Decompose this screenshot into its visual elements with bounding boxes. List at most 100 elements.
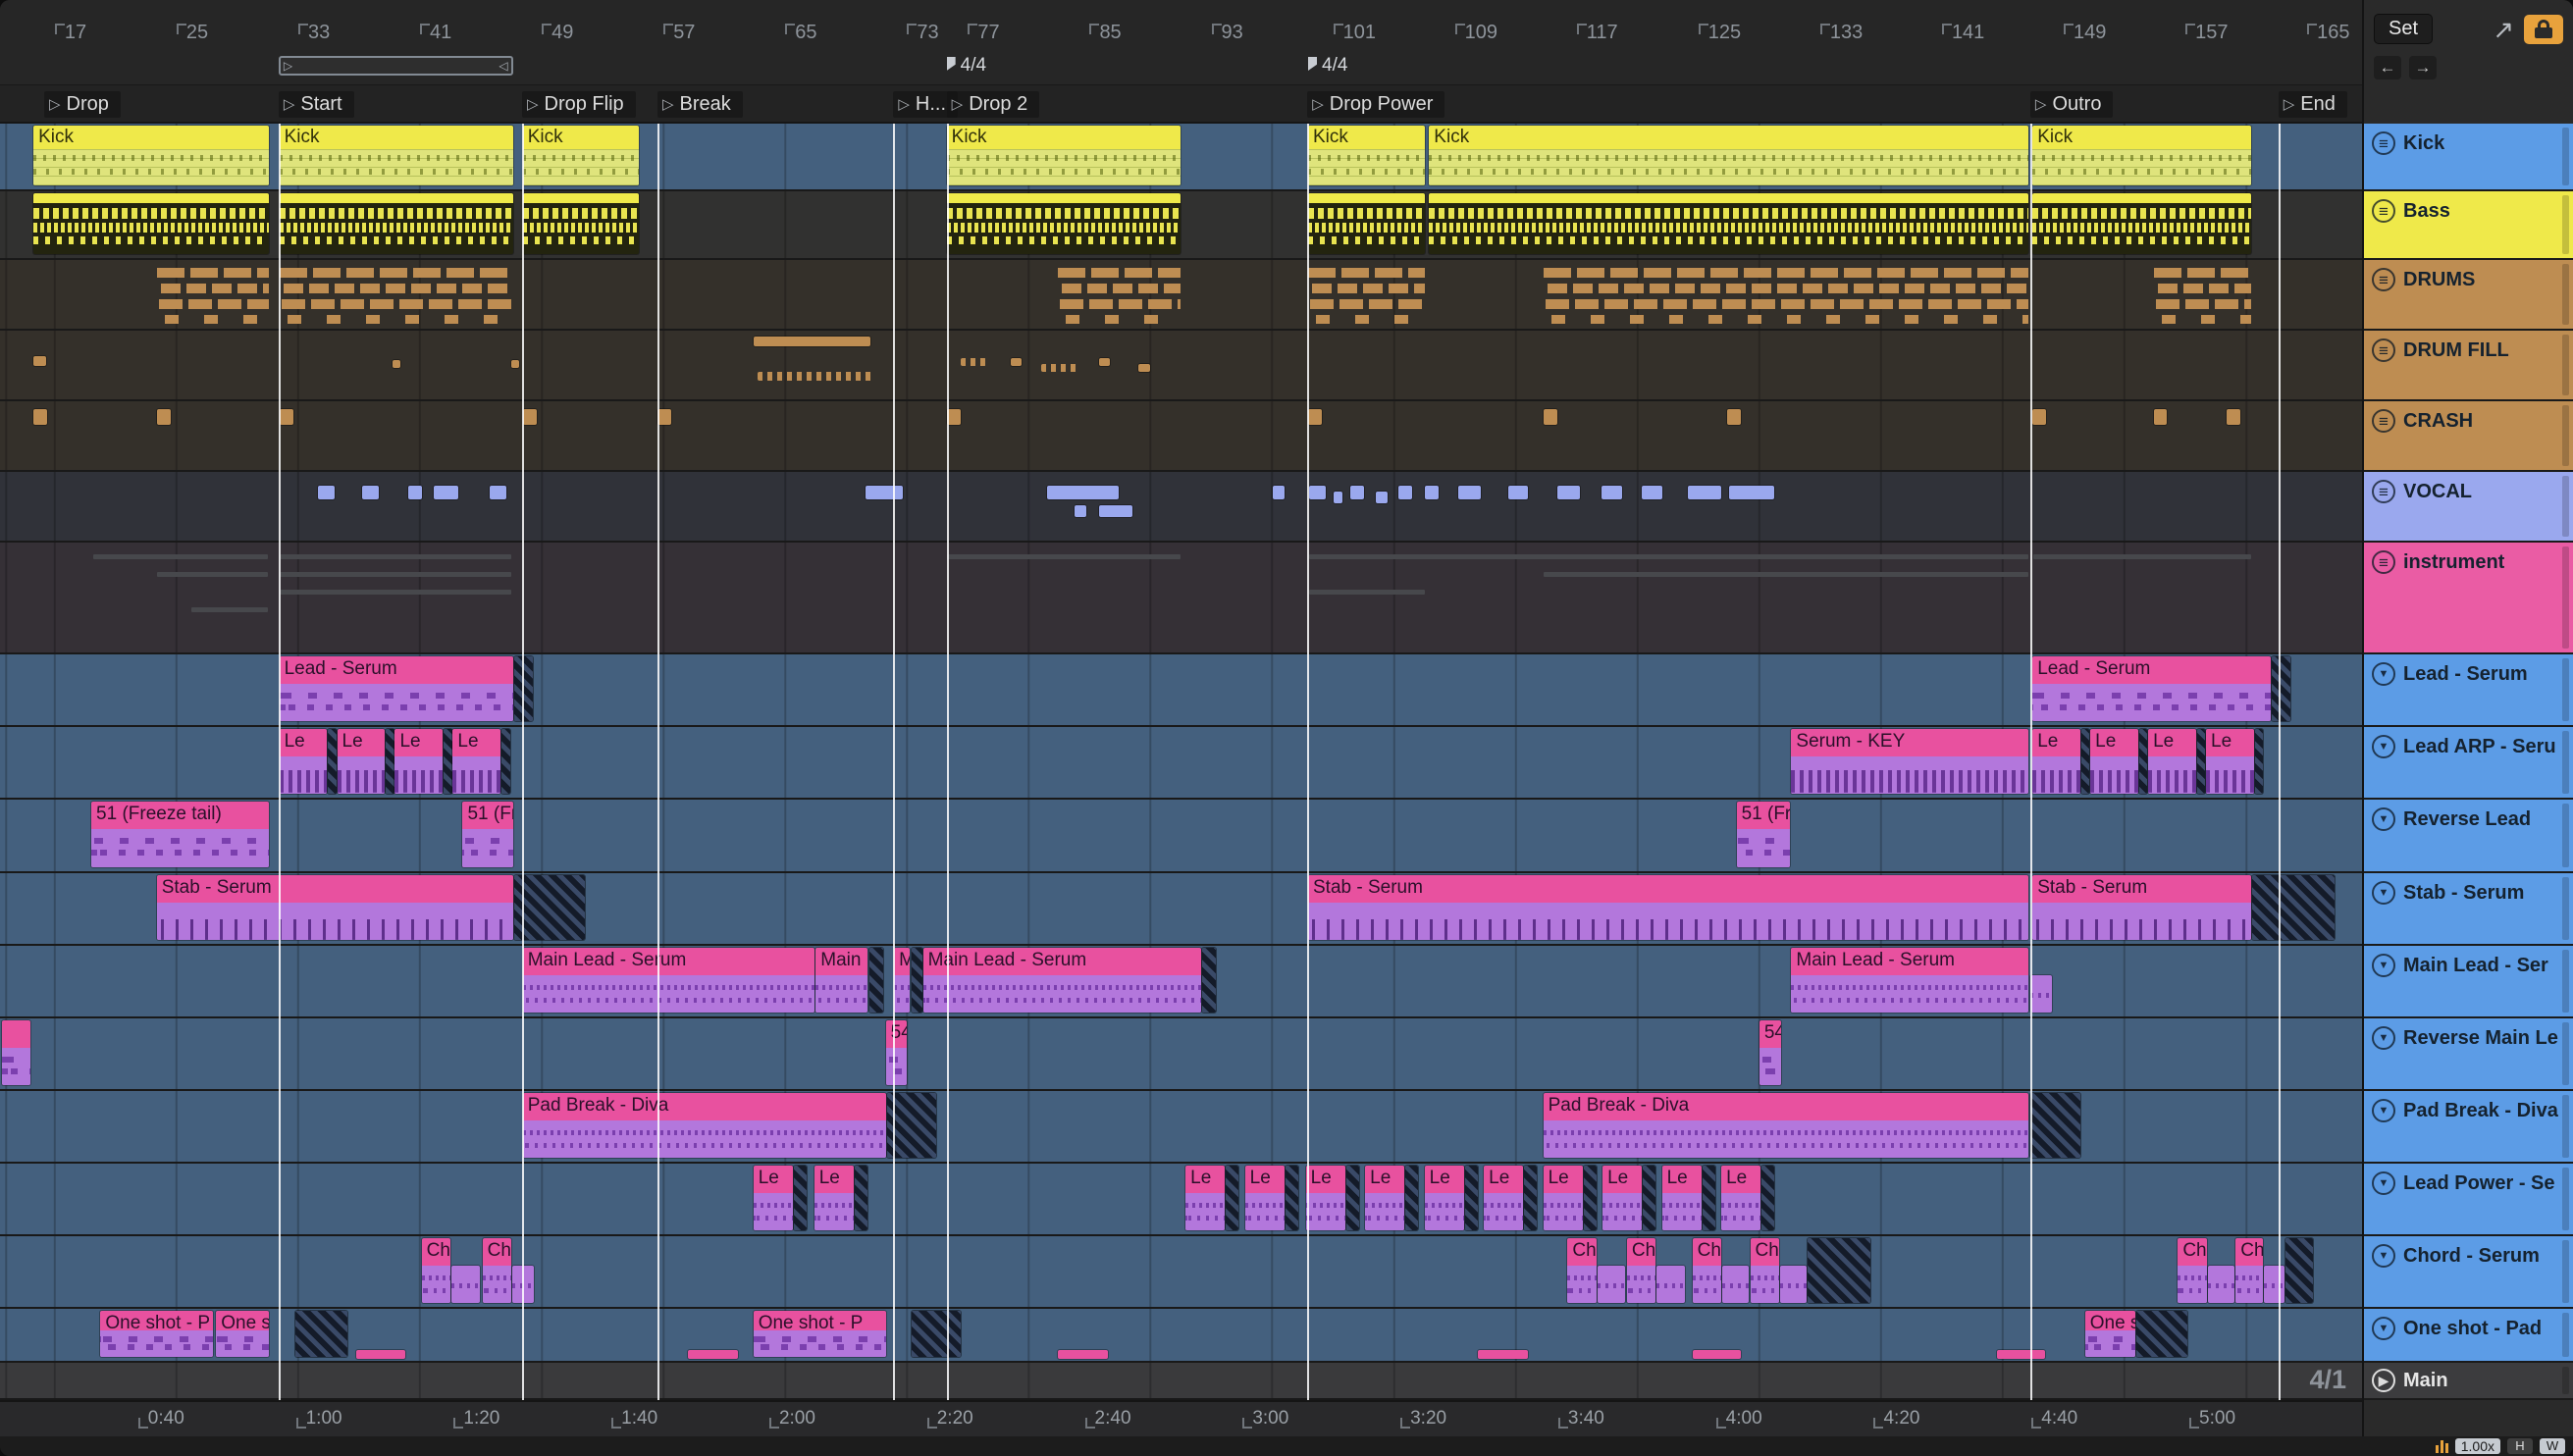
clip[interactable]: [960, 358, 986, 366]
fold-icon[interactable]: ▼: [2372, 881, 2395, 905]
fold-icon[interactable]: ▼: [2372, 1099, 2395, 1122]
menu-icon[interactable]: ≡: [2372, 480, 2395, 503]
clip[interactable]: [753, 337, 871, 346]
clip-le[interactable]: Le: [1244, 1166, 1285, 1230]
locator-drop-power[interactable]: ▷ Drop Power: [1307, 91, 1445, 118]
clip[interactable]: [1308, 590, 1425, 595]
clip-le[interactable]: Le: [1721, 1166, 1761, 1230]
lane-lead-arp-seru[interactable]: Le Le Le Le Serum - KEY Le Le Le Le: [0, 727, 2362, 800]
clip-51-freeze-tail[interactable]: 51 (Freeze tail): [91, 802, 269, 867]
track-header-drums[interactable]: ≡ DRUMS: [2364, 260, 2573, 331]
clip[interactable]: [1405, 1166, 1419, 1230]
menu-icon[interactable]: ≡: [2372, 409, 2395, 433]
clip[interactable]: [501, 729, 510, 794]
track-header-reverse-main-le[interactable]: ▼ Reverse Main Le: [2364, 1018, 2573, 1091]
lane-vocal[interactable]: [0, 472, 2362, 543]
locator-drop-flip[interactable]: ▷ Drop Flip: [521, 91, 636, 118]
clip-le[interactable]: Le: [1424, 1166, 1464, 1230]
clip-le[interactable]: Le: [814, 1166, 855, 1230]
clip-stab-serum[interactable]: Stab - Serum: [156, 875, 514, 940]
nav-right-button[interactable]: →: [2409, 56, 2437, 79]
clip[interactable]: [2153, 262, 2251, 325]
clip-main-lead-serum[interactable]: Main Lead - Serum: [922, 948, 1201, 1013]
clip[interactable]: [854, 1166, 867, 1230]
clip-ch[interactable]: Ch: [421, 1238, 451, 1303]
clip[interactable]: [522, 409, 537, 425]
lane-reverse-main-le[interactable]: 54 54: [0, 1018, 2362, 1091]
clip[interactable]: [2032, 409, 2047, 425]
clip[interactable]: [279, 193, 513, 254]
clip[interactable]: [514, 875, 585, 940]
lane-lead-power-se[interactable]: Le Le Le Le Le Le Le Le Le Le Le Le: [0, 1164, 2362, 1236]
clip[interactable]: [2254, 729, 2264, 794]
clip[interactable]: [434, 486, 458, 499]
clip[interactable]: [1398, 486, 1413, 499]
track-header-drum-fill[interactable]: ≡ DRUM FILL: [2364, 331, 2573, 401]
clip-kick[interactable]: Kick: [33, 126, 269, 185]
clip[interactable]: [393, 360, 400, 368]
clip[interactable]: [1728, 486, 1775, 499]
clip[interactable]: [191, 607, 268, 612]
clip[interactable]: [1345, 1166, 1359, 1230]
locator-row[interactable]: ▷ Drop ▷ Start ▷ Drop Flip ▷ Break ▷ H... ▷ Drop 2 ▷…: [0, 84, 2362, 124]
clip-54[interactable]: 54: [1759, 1020, 1781, 1085]
clip[interactable]: [1047, 486, 1119, 499]
clip-ch[interactable]: Ch: [1750, 1238, 1779, 1303]
clip[interactable]: [1643, 1166, 1656, 1230]
clip-le[interactable]: Le: [279, 729, 328, 794]
clip[interactable]: [1010, 358, 1022, 366]
clip[interactable]: [1308, 193, 1425, 254]
track-header-stab-serum[interactable]: ▼ Stab - Serum: [2364, 873, 2573, 946]
clip[interactable]: [280, 554, 512, 559]
clip[interactable]: [328, 729, 337, 794]
track-header-crash[interactable]: ≡ CRASH: [2364, 401, 2573, 472]
clip[interactable]: [522, 193, 640, 254]
clip[interactable]: [511, 1266, 535, 1303]
clip[interactable]: [407, 486, 422, 499]
clip-one-s[interactable]: One s: [216, 1311, 269, 1357]
clip[interactable]: [2138, 729, 2148, 794]
clip-le[interactable]: Le: [452, 729, 501, 794]
set-button[interactable]: Set: [2374, 14, 2434, 44]
clip[interactable]: [1057, 1350, 1109, 1359]
clip[interactable]: [2285, 1238, 2314, 1303]
clip-ch[interactable]: Ch: [2178, 1238, 2207, 1303]
clip[interactable]: [1202, 948, 1217, 1013]
clip[interactable]: [1308, 262, 1425, 325]
fold-icon[interactable]: ▼: [2372, 662, 2395, 686]
lane-lead-serum[interactable]: Lead - Serum Lead - Serum: [0, 654, 2362, 727]
clip-m[interactable]: M: [894, 948, 911, 1013]
clip[interactable]: [1656, 1266, 1685, 1303]
clip[interactable]: [33, 193, 269, 254]
clip[interactable]: [1226, 1166, 1239, 1230]
clip-le[interactable]: Le: [2090, 729, 2138, 794]
loop-brace[interactable]: ▷ ◁: [278, 56, 513, 76]
lane-drum-fill[interactable]: [0, 331, 2362, 401]
clip[interactable]: [1642, 486, 1662, 499]
clip[interactable]: [1702, 1166, 1715, 1230]
menu-icon[interactable]: ≡: [2372, 268, 2395, 291]
lane-stab-serum[interactable]: Stab - Serum Stab - Serum Stab - Serum: [0, 873, 2362, 946]
clip[interactable]: [868, 948, 883, 1013]
fold-icon[interactable]: ▼: [2372, 1171, 2395, 1195]
clip[interactable]: [946, 193, 1181, 254]
clip[interactable]: [294, 1311, 347, 1357]
clip-ch[interactable]: Ch: [1626, 1238, 1656, 1303]
clip[interactable]: [1524, 1166, 1538, 1230]
clip[interactable]: [688, 1350, 739, 1359]
fold-icon[interactable]: ▼: [2372, 807, 2395, 831]
lane-instrument[interactable]: [0, 543, 2362, 654]
clip[interactable]: [318, 486, 336, 499]
clip[interactable]: [2263, 1266, 2284, 1303]
clip[interactable]: [758, 372, 875, 381]
clip-le[interactable]: Le: [753, 1166, 793, 1230]
clip-pad-break-diva[interactable]: Pad Break - Diva: [1543, 1093, 2029, 1158]
time-signature-marker[interactable]: 4/4: [947, 55, 986, 77]
clip[interactable]: [946, 554, 1181, 559]
clip[interactable]: [1349, 486, 1364, 499]
lane-one-shot-pad[interactable]: One shot - P One s One shot - P One s: [0, 1309, 2362, 1363]
clip-kick[interactable]: Kick: [279, 126, 513, 185]
fold-icon[interactable]: ▼: [2372, 1317, 2395, 1340]
clip[interactable]: [1308, 486, 1326, 499]
clip[interactable]: [1308, 409, 1322, 425]
